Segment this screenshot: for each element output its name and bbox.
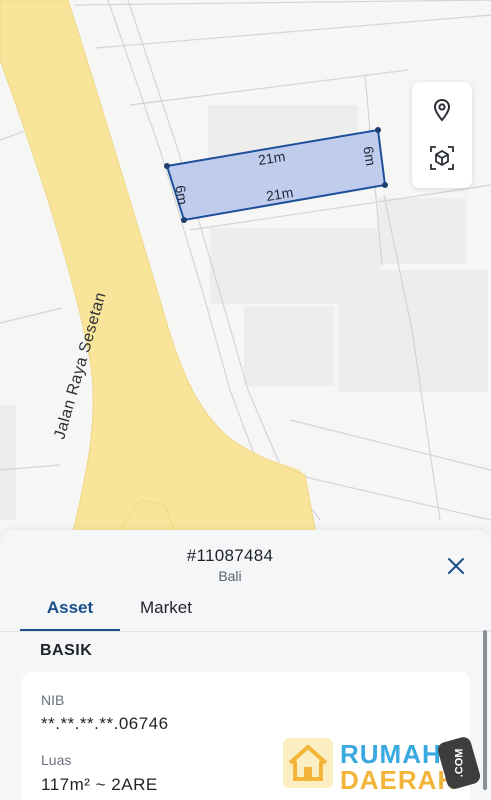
locate-button[interactable] [412, 86, 472, 134]
close-icon [448, 558, 464, 574]
nib-value: **.**.**.**.06746 [41, 714, 169, 733]
watermark-line2: DAERAH [340, 765, 458, 795]
parcel-region: Bali [218, 568, 242, 584]
tab-divider [0, 631, 491, 632]
map-controls [412, 82, 472, 188]
tab-asset[interactable]: Asset [20, 598, 120, 632]
location-pin-icon [433, 98, 451, 122]
3d-cube-icon [430, 146, 454, 170]
watermark-suffix-text: .COM [452, 748, 465, 778]
parcel-id: #11087484 [186, 546, 274, 565]
building-footprint [0, 405, 16, 520]
house-logo-icon [283, 738, 333, 788]
map-view[interactable]: Jalan Raya Sesetan 21m 21m 6m 6m [0, 0, 491, 545]
area-label: Luas [41, 752, 72, 768]
parcel-vertex[interactable] [375, 127, 381, 133]
scrollbar[interactable] [483, 630, 487, 790]
close-button[interactable] [442, 552, 470, 580]
area-value: 117m² ~ 2ARE [41, 775, 158, 794]
building-footprint [338, 270, 488, 392]
parcel-dimension-left: 6m [172, 184, 192, 206]
parcel-vertex[interactable] [382, 182, 388, 188]
building-footprint [244, 306, 334, 386]
tab-bar: Asset Market [20, 598, 471, 632]
parcel-dimension-right: 6m [360, 145, 380, 167]
watermark-logo: RUMAH DAERAH .COM [282, 735, 482, 795]
nib-label: NIB [41, 692, 65, 708]
view-3d-button[interactable] [412, 134, 472, 182]
parcel-vertex[interactable] [181, 217, 187, 223]
section-title: BASIK [40, 642, 93, 659]
tab-market[interactable]: Market [140, 598, 192, 632]
parcel-vertex[interactable] [164, 163, 170, 169]
